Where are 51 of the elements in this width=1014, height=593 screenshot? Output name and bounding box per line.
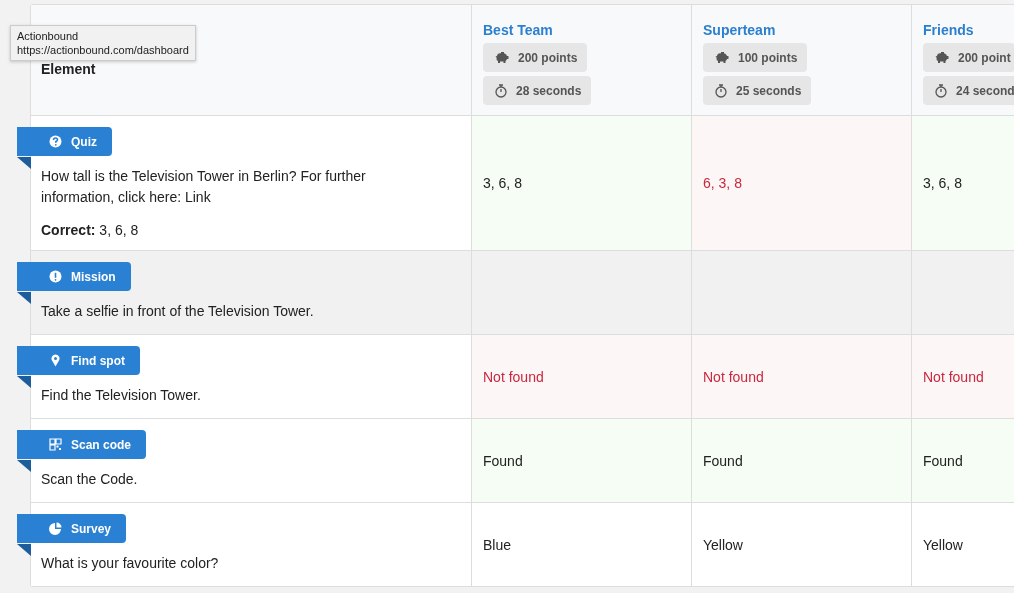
tooltip-title: Actionbound [17, 29, 80, 43]
team-name[interactable]: Best Team [483, 22, 680, 38]
element-description: What is your favourite color? [41, 554, 220, 573]
result-text: Not found [703, 368, 765, 385]
correct-answer: Correct: 3, 6, 8 [41, 222, 140, 238]
stopwatch-icon [715, 83, 727, 98]
element-type-tag: Quiz [17, 127, 112, 156]
ribbon-fold [17, 157, 31, 169]
time-pill: 24 second [923, 76, 1014, 105]
result-text: Found [923, 452, 964, 469]
element-description: Take a selfie in front of the Television Tower. [41, 302, 315, 321]
team-name[interactable]: Superteam [703, 22, 900, 38]
result-text: Not found [923, 368, 985, 385]
points-pill: 100 points [703, 43, 808, 72]
time-pill: 28 seconds [483, 76, 592, 105]
result-text: Yellow [923, 536, 964, 553]
map-pin-icon [49, 354, 62, 367]
points-pill: 200 points [483, 43, 588, 72]
element-type-tag: Find spot [17, 346, 140, 375]
pie-chart-icon [49, 522, 62, 535]
piggy-bank-icon [495, 52, 509, 63]
result-text: 3, 6, 8 [923, 175, 963, 191]
piggy-bank-icon [935, 52, 949, 63]
result-text: Yellow [703, 536, 744, 553]
result-text: Found [483, 452, 524, 469]
result-text: Not found [483, 368, 545, 385]
question-icon [49, 135, 62, 148]
element-description: Find the Television Tower. [41, 386, 202, 405]
element-type-tag: Survey [17, 514, 127, 543]
ribbon-fold [17, 544, 31, 556]
element-description: Scan the Code. [41, 470, 139, 489]
team-name[interactable]: Friends [923, 22, 1014, 38]
element-type-tag: Scan code [17, 430, 147, 459]
element-type-tag: Mission [17, 262, 131, 291]
qr-code-icon [49, 438, 62, 451]
time-pill: 25 seconds [703, 76, 812, 105]
element-description: How tall is the Television Tower in Berlin? For further information, click here: Link [41, 167, 367, 207]
points-pill: 200 point [923, 43, 1014, 72]
result-text: 6, 3, 8 [703, 175, 743, 191]
result-text: 3, 6, 8 [483, 175, 523, 191]
piggy-bank-icon [715, 52, 729, 63]
ribbon-fold [17, 376, 31, 388]
ribbon-fold [17, 460, 31, 472]
result-text: Blue [483, 536, 513, 553]
tooltip-url: https://actionbound.com/dashboard [17, 43, 189, 57]
exclamation-icon [49, 270, 62, 283]
stopwatch-icon [935, 83, 947, 98]
result-text: Found [703, 452, 744, 469]
column-heading: Element [41, 61, 97, 77]
stopwatch-icon [495, 83, 507, 98]
ribbon-fold [17, 292, 31, 304]
